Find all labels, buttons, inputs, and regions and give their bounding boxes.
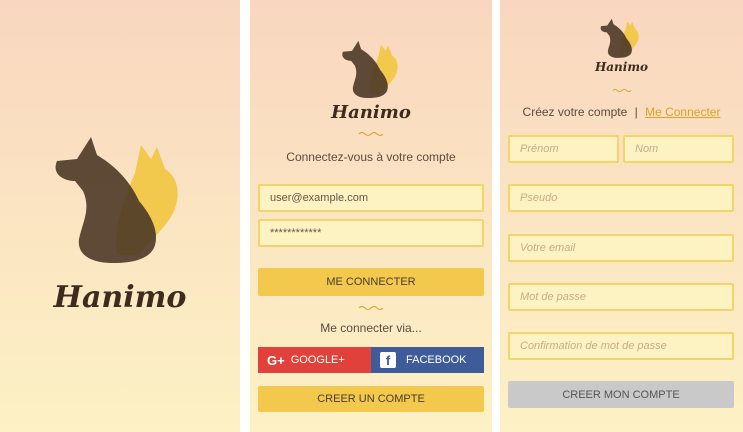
- brand-name: Hanimo: [594, 60, 649, 74]
- email-field[interactable]: user@example.com: [258, 184, 484, 212]
- lastname-field[interactable]: Nom: [623, 135, 734, 163]
- facebook-login-label: FACEBOOK: [406, 354, 467, 366]
- google-login-button[interactable]: G+ GOOGLE+: [258, 347, 371, 373]
- password-field[interactable]: Mot de passe: [508, 283, 734, 311]
- firstname-field[interactable]: Prénom: [508, 135, 619, 163]
- splash-screen: Hanimo: [0, 0, 240, 432]
- create-my-account-button[interactable]: CREER MON COMPTE: [508, 381, 734, 408]
- login-link[interactable]: Me Connecter: [645, 105, 720, 119]
- signup-screen: Hanimo Créez votre compte | Me Connecter…: [500, 0, 743, 432]
- facebook-login-button[interactable]: f FACEBOOK: [371, 347, 484, 373]
- decorative-squiggle-icon: [358, 305, 384, 311]
- facebook-icon: f: [380, 352, 396, 368]
- social-login-text: Me connecter via...: [320, 321, 422, 335]
- dog-cat-logo-icon: [342, 40, 398, 98]
- login-screen: Hanimo Connectez-vous à votre compte use…: [250, 0, 492, 432]
- decorative-squiggle-icon: [358, 131, 384, 137]
- email-field[interactable]: Votre email: [508, 234, 734, 262]
- dog-cat-logo-icon: [600, 18, 639, 58]
- google-plus-icon: G+: [267, 352, 285, 368]
- create-account-button[interactable]: CREER UN COMPTE: [258, 386, 484, 412]
- header-separator: |: [634, 105, 638, 119]
- login-subtitle: Connectez-vous à votre compte: [286, 150, 456, 164]
- brand-name: Hanimo: [53, 280, 187, 315]
- username-field[interactable]: Pseudo: [508, 184, 734, 212]
- signup-header: Créez votre compte | Me Connecter: [500, 105, 743, 119]
- brand-name: Hanimo: [331, 102, 411, 123]
- decorative-squiggle-icon: [611, 88, 632, 93]
- confirm-password-field[interactable]: Confirmation de mot de passe: [508, 332, 734, 360]
- signup-heading: Créez votre compte: [522, 105, 628, 119]
- google-login-label: GOOGLE+: [290, 354, 345, 366]
- password-field[interactable]: ************: [258, 219, 484, 247]
- login-button[interactable]: ME CONNECTER: [258, 268, 484, 296]
- dog-cat-logo-icon: [55, 137, 178, 263]
